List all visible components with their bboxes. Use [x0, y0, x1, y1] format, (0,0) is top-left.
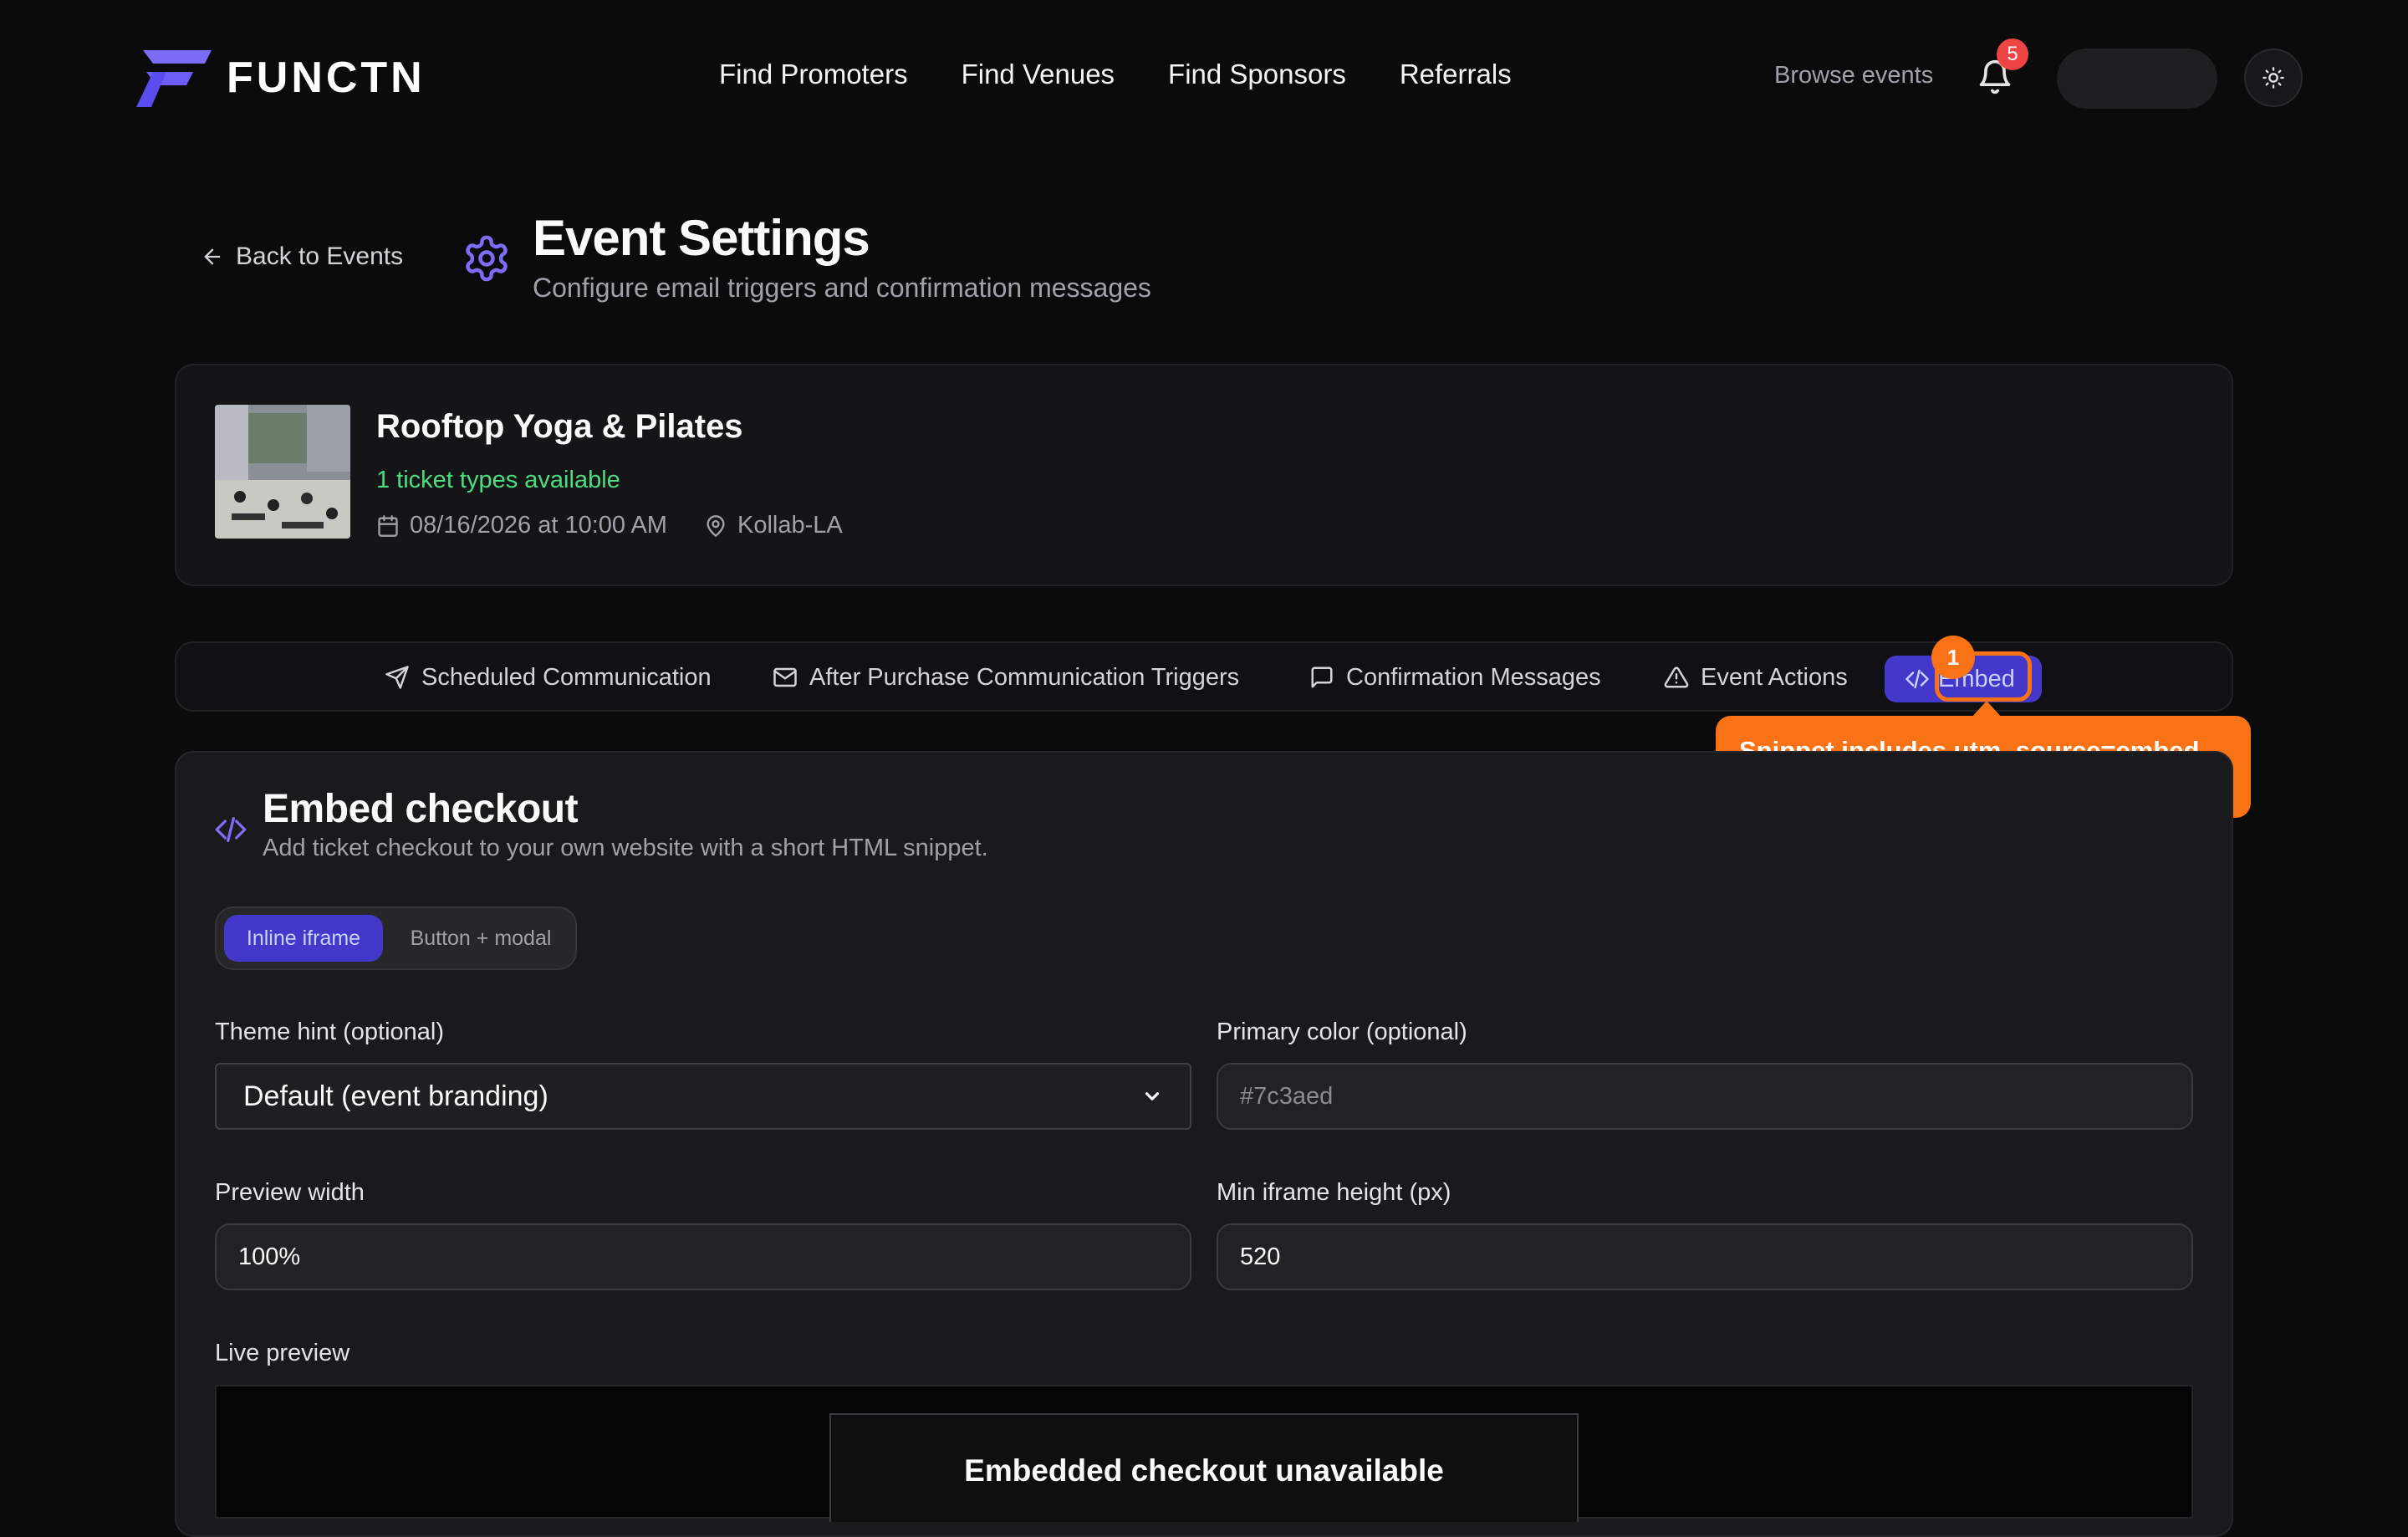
- primary-color-label: Primary color (optional): [1217, 1019, 1467, 1045]
- page-title: Event Settings: [533, 210, 870, 266]
- gear-icon: [466, 235, 508, 282]
- preview-width-label: Preview width: [215, 1179, 365, 1206]
- map-pin-icon: [707, 514, 725, 537]
- arrow-left-icon: [204, 248, 221, 265]
- message-icon: [1311, 666, 1333, 688]
- preview-unavailable-title: Embedded checkout unavailable: [964, 1453, 1444, 1488]
- embed-subtitle: Add ticket checkout to your own website …: [263, 835, 988, 861]
- sun-icon: [2263, 67, 2284, 89]
- event-name: Rooftop Yoga & Pilates: [376, 408, 743, 445]
- send-icon: [385, 666, 409, 689]
- brand-name: FUNCTN: [227, 54, 426, 102]
- ticket-availability: 1 ticket types available: [376, 467, 620, 493]
- browse-events-link[interactable]: Browse events: [1774, 62, 1933, 89]
- tooltip-arrow: [1972, 701, 2002, 717]
- chevron-down-icon: [1145, 1092, 1160, 1100]
- theme-hint-select[interactable]: Default (event branding): [215, 1063, 1191, 1130]
- notification-badge: 5: [1997, 38, 2028, 70]
- min-height-input[interactable]: 520: [1217, 1223, 2193, 1290]
- min-height-label: Min iframe height (px): [1217, 1179, 1451, 1206]
- mode-inline-iframe[interactable]: Inline iframe: [224, 915, 383, 962]
- tab-confirmation-messages[interactable]: Confirmation Messages: [1309, 656, 1601, 699]
- event-datetime: 08/16/2026 at 10:00 AM: [410, 512, 667, 539]
- user-menu-button[interactable]: [2057, 49, 2217, 109]
- embed-title: Embed checkout: [263, 787, 579, 831]
- tab-event-actions[interactable]: Event Actions: [1664, 656, 1848, 699]
- nav-find-promoters[interactable]: Find Promoters: [719, 59, 908, 90]
- nav-find-venues[interactable]: Find Venues: [962, 59, 1115, 90]
- event-location: Kollab-LA: [737, 512, 843, 539]
- nav-find-sponsors[interactable]: Find Sponsors: [1168, 59, 1346, 90]
- event-meta: 08/16/2026 at 10:00 AM Kollab-LA: [376, 512, 843, 539]
- back-label: Back to Events: [236, 243, 404, 270]
- theme-toggle-button[interactable]: [2244, 49, 2303, 107]
- warning-icon: [1664, 666, 1689, 688]
- live-preview-label: Live preview: [215, 1340, 350, 1366]
- mail-icon: [773, 667, 797, 687]
- main-nav: Find Promoters Find Venues Find Sponsors…: [719, 59, 1512, 90]
- preview-width-input[interactable]: 100%: [215, 1223, 1191, 1290]
- back-to-events-link[interactable]: Back to Events: [201, 243, 403, 271]
- calendar-icon: [378, 514, 398, 537]
- tab-after-purchase-triggers[interactable]: After Purchase Communication Triggers: [773, 656, 1239, 699]
- nav-referrals[interactable]: Referrals: [1400, 59, 1512, 90]
- code-icon: [215, 817, 247, 842]
- annotation-step-badge: 1: [1931, 636, 1975, 679]
- tab-scheduled-communication[interactable]: Scheduled Communication: [385, 656, 712, 699]
- code-icon: [1905, 669, 1929, 689]
- functn-logo-icon: [136, 50, 212, 107]
- brand-logo[interactable]: FUNCTN: [128, 47, 426, 109]
- primary-color-input[interactable]: #7c3aed: [1217, 1063, 2193, 1130]
- page-subtitle: Configure email triggers and confirmatio…: [533, 273, 1151, 303]
- event-thumbnail: [215, 405, 350, 539]
- theme-hint-label: Theme hint (optional): [215, 1019, 445, 1045]
- mode-button-modal[interactable]: Button + modal: [393, 915, 569, 962]
